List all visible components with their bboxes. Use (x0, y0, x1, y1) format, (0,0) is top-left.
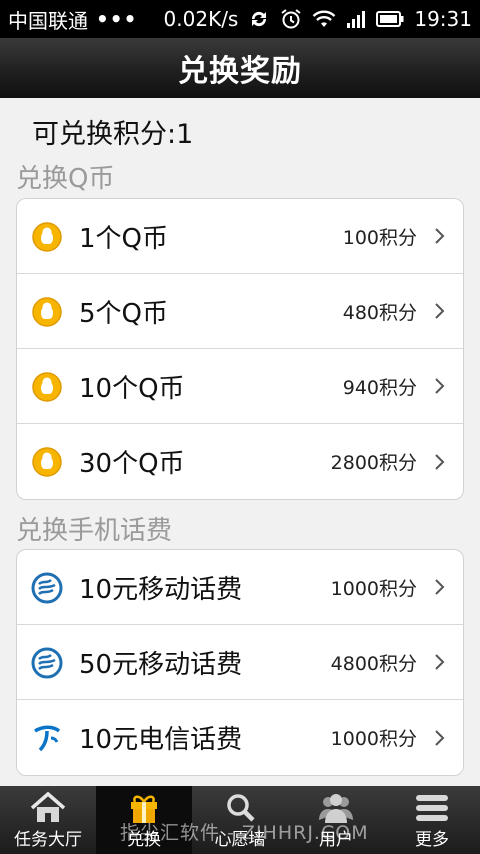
title-bar: 兑换奖励 (0, 38, 480, 98)
list-item-5-qcoin[interactable]: 5个Q币 480积分 (17, 274, 463, 349)
qq-penguin-icon (32, 222, 62, 252)
item-title: 30个Q币 (79, 449, 185, 479)
page-title: 兑换奖励 (178, 54, 302, 89)
list-item-10-telecom[interactable]: 10元电信话费 1000积分 (17, 700, 463, 775)
item-title: 5个Q币 (79, 298, 169, 329)
chevron-right-icon (435, 729, 445, 746)
alarm-icon (280, 8, 302, 30)
watermark: 指尖汇软件 - ZJHHRJ.COM (120, 822, 369, 844)
item-title: 1个Q币 (79, 223, 169, 254)
item-cost: 100积分 (342, 226, 417, 249)
battery-icon (376, 8, 404, 30)
clock-time: 19:31 (414, 7, 472, 31)
china-mobile-icon (31, 572, 63, 604)
section-label-qcoin: 兑换Q币 (16, 164, 115, 194)
notification-dots: ••• (96, 7, 138, 31)
item-title: 10个Q币 (79, 373, 185, 404)
list-item-30-qcoin[interactable]: 30个Q币 2800积分 (17, 424, 463, 499)
phone-credit-card: 10元移动话费 1000积分 50元移动话费 4800积分 10元电信话费 10… (16, 549, 464, 776)
list-item-1-qcoin[interactable]: 1个Q币 100积分 (17, 199, 463, 274)
china-mobile-icon (31, 647, 63, 679)
sync-icon (248, 8, 270, 30)
item-title: 10元电信话费 (79, 725, 243, 755)
content-area[interactable]: 可兑换积分:1 兑换Q币 1个Q币 100积分 5个Q币 480积分 10个Q币… (0, 98, 480, 786)
list-item-10-mobile[interactable]: 10元移动话费 1000积分 (17, 550, 463, 625)
wifi-icon (312, 8, 336, 30)
available-points: 可兑换积分:1 (32, 119, 194, 150)
chevron-right-icon (435, 228, 445, 244)
section-label-phone-credit: 兑换手机话费 (16, 516, 173, 546)
carrier-name: 中国联通 (8, 8, 88, 33)
chevron-right-icon (435, 303, 445, 319)
network-speed: 0.02K/s (163, 7, 239, 31)
item-cost: 1000积分 (330, 728, 417, 750)
chevron-right-icon (435, 654, 445, 670)
nav-task-hall[interactable]: 任务大厅 (0, 786, 96, 854)
item-cost: 940积分 (342, 376, 417, 399)
signal-icon (346, 8, 366, 30)
chevron-right-icon (435, 378, 445, 394)
status-bar: 中国联通 ••• 0.02K/s 19:31 (0, 0, 480, 38)
home-icon (30, 791, 66, 822)
item-title: 50元移动话费 (79, 649, 243, 680)
china-telecom-icon (34, 725, 61, 752)
qq-penguin-icon (32, 447, 62, 477)
item-cost: 4800积分 (330, 652, 417, 675)
item-title: 10元移动话费 (79, 574, 243, 605)
item-cost: 1000积分 (330, 577, 417, 600)
qq-penguin-icon (32, 297, 62, 327)
nav-label: 任务大厅 (14, 830, 82, 850)
item-cost: 2800积分 (330, 452, 417, 474)
chevron-right-icon (435, 579, 445, 595)
nav-more[interactable]: 更多 (384, 786, 480, 854)
qq-penguin-icon (32, 372, 62, 402)
list-item-50-mobile[interactable]: 50元移动话费 4800积分 (17, 625, 463, 700)
menu-icon (416, 795, 448, 821)
nav-label: 更多 (415, 830, 449, 850)
qcoin-card: 1个Q币 100积分 5个Q币 480积分 10个Q币 940积分 30个Q币 … (16, 198, 464, 500)
item-cost: 480积分 (342, 301, 417, 324)
chevron-right-icon (435, 453, 445, 470)
list-item-10-qcoin[interactable]: 10个Q币 940积分 (17, 349, 463, 424)
